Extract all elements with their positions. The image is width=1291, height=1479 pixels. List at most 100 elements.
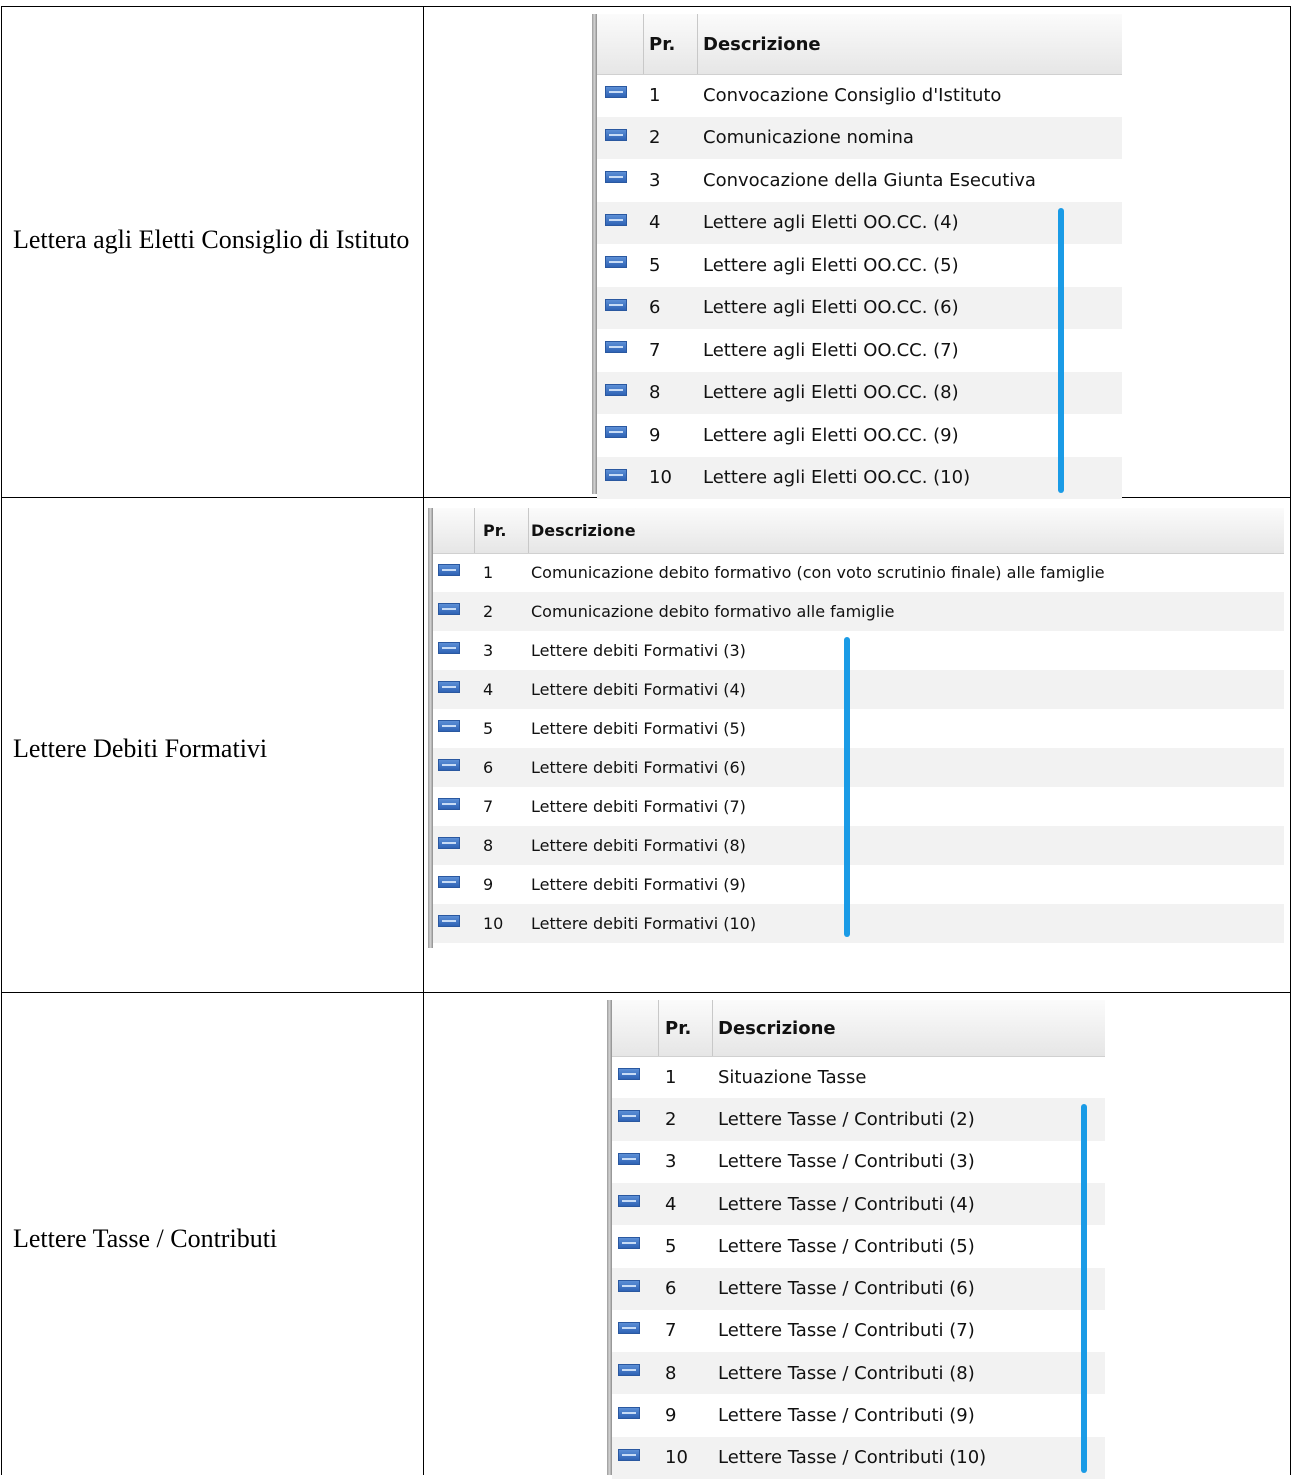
table-row[interactable]: 7 Lettere debiti Formativi (7) xyxy=(433,787,1284,826)
table-row[interactable]: 8 Lettere Tasse / Contributi (8) xyxy=(612,1352,1105,1395)
row-description[interactable]: Lettere Tasse / Contributi (10) xyxy=(718,1447,986,1468)
table-row[interactable]: 4 Lettere debiti Formativi (4) xyxy=(433,670,1284,709)
row-description[interactable]: Lettere debiti Formativi (8) xyxy=(531,836,746,855)
highlight-bracket xyxy=(1081,1104,1087,1473)
html-file-icon[interactable] xyxy=(618,1448,640,1461)
row-description[interactable]: Lettere debiti Formativi (9) xyxy=(531,875,746,894)
table-row[interactable]: 2 Comunicazione debito formativo alle fam… xyxy=(433,592,1284,631)
table-row[interactable]: 5 Lettere Tasse / Contributi (5) xyxy=(612,1225,1105,1267)
html-file-icon[interactable] xyxy=(618,1152,640,1165)
row-description[interactable]: Lettere Tasse / Contributi (3) xyxy=(718,1151,975,1172)
html-file-icon[interactable] xyxy=(605,128,627,141)
html-file-icon[interactable] xyxy=(438,758,460,771)
html-file-icon[interactable] xyxy=(605,341,627,354)
table-row[interactable]: 2 Lettere Tasse / Contributi (2) xyxy=(612,1098,1105,1141)
row-description[interactable]: Lettere agli Eletti OO.CC. (7) xyxy=(703,340,959,361)
table-row[interactable]: 6 Lettere debiti Formativi (6) xyxy=(433,748,1284,787)
html-file-icon[interactable] xyxy=(438,797,460,810)
table-row[interactable]: 4 Lettere Tasse / Contributi (4) xyxy=(612,1182,1105,1226)
html-file-icon[interactable] xyxy=(438,719,460,732)
row-description[interactable]: Situazione Tasse xyxy=(718,1067,866,1088)
row-description[interactable]: Lettere agli Eletti OO.CC. (5) xyxy=(703,255,959,276)
row-description[interactable]: Lettere Tasse / Contributi (7) xyxy=(718,1320,975,1341)
row-description[interactable]: Lettere Tasse / Contributi (6) xyxy=(718,1278,975,1299)
table-row[interactable]: 8 Lettere debiti Formativi (8) xyxy=(433,826,1284,865)
row-description[interactable]: Lettere debiti Formativi (10) xyxy=(531,914,756,933)
row-description[interactable]: Lettere agli Eletti OO.CC. (6) xyxy=(703,297,959,318)
table-row[interactable]: 3 Lettere Tasse / Contributi (3) xyxy=(612,1141,1105,1183)
row-description[interactable]: Lettere Tasse / Contributi (5) xyxy=(718,1236,975,1257)
row-description[interactable]: Lettere agli Eletti OO.CC. (10) xyxy=(703,467,970,488)
column-header-pr[interactable]: Pr. xyxy=(483,508,506,553)
table-row[interactable]: 1 Situazione Tasse xyxy=(612,1056,1105,1098)
row-description[interactable]: Comunicazione debito formativo (con voto… xyxy=(531,563,1105,582)
html-file-icon[interactable] xyxy=(605,298,627,311)
row-description[interactable]: Lettere Tasse / Contributi (2) xyxy=(718,1109,975,1130)
row-number: 9 xyxy=(649,424,661,446)
row-description[interactable]: Lettere debiti Formativi (5) xyxy=(531,719,746,738)
row-description[interactable]: Lettere debiti Formativi (6) xyxy=(531,758,746,777)
row-description[interactable]: Lettere debiti Formativi (7) xyxy=(531,797,746,816)
html-file-icon[interactable] xyxy=(618,1110,640,1123)
table-row[interactable]: 6 Lettere agli Eletti OO.CC. (6) xyxy=(597,286,1122,329)
column-header-descrizione[interactable]: Descrizione xyxy=(718,1000,836,1056)
html-file-icon[interactable] xyxy=(618,1364,640,1377)
row-description[interactable]: Lettere debiti Formativi (3) xyxy=(531,641,746,660)
html-file-icon[interactable] xyxy=(438,563,460,576)
table-row[interactable]: 10 Lettere agli Eletti OO.CC. (10) xyxy=(597,456,1122,499)
column-header-descrizione[interactable]: Descrizione xyxy=(531,508,636,553)
html-file-icon[interactable] xyxy=(618,1195,640,1208)
table-row[interactable]: 7 Lettere agli Eletti OO.CC. (7) xyxy=(597,329,1122,372)
table-row[interactable]: 1 Comunicazione debito formativo (con vot… xyxy=(433,553,1284,592)
table-row[interactable]: 7 Lettere Tasse / Contributi (7) xyxy=(612,1310,1105,1352)
html-file-icon[interactable] xyxy=(618,1406,640,1419)
table-row[interactable]: 9 Lettere Tasse / Contributi (9) xyxy=(612,1394,1105,1436)
html-file-icon[interactable] xyxy=(618,1321,640,1334)
table-row[interactable]: 2 Comunicazione nomina xyxy=(597,116,1122,159)
html-file-icon[interactable] xyxy=(605,426,627,439)
html-file-icon[interactable] xyxy=(438,875,460,888)
row-description[interactable]: Lettere Tasse / Contributi (8) xyxy=(718,1363,975,1384)
html-file-icon[interactable] xyxy=(605,256,627,269)
table-row[interactable]: 3 Convocazione della Giunta Esecutiva xyxy=(597,159,1122,202)
html-file-icon[interactable] xyxy=(618,1279,640,1292)
html-file-icon[interactable] xyxy=(438,914,460,927)
table-row[interactable]: 5 Lettere agli Eletti OO.CC. (5) xyxy=(597,244,1122,287)
table-row[interactable]: 8 Lettere agli Eletti OO.CC. (8) xyxy=(597,371,1122,414)
table-row[interactable]: 1 Convocazione Consiglio d'Istituto xyxy=(597,74,1122,117)
table-row[interactable]: 10 Lettere debiti Formativi (10) xyxy=(433,904,1284,943)
row-number: 7 xyxy=(483,797,494,816)
row-description[interactable]: Lettere debiti Formativi (4) xyxy=(531,680,746,699)
column-header-descrizione[interactable]: Descrizione xyxy=(703,14,821,74)
html-file-icon[interactable] xyxy=(438,680,460,693)
table-row[interactable]: 5 Lettere debiti Formativi (5) xyxy=(433,709,1284,748)
html-file-icon[interactable] xyxy=(605,86,627,99)
row-description[interactable]: Lettere agli Eletti OO.CC. (9) xyxy=(703,425,959,446)
row-description[interactable]: Lettere Tasse / Contributi (9) xyxy=(718,1405,975,1426)
row-description[interactable]: Lettere agli Eletti OO.CC. (8) xyxy=(703,382,959,403)
html-file-icon[interactable] xyxy=(438,641,460,654)
row-description[interactable]: Convocazione della Giunta Esecutiva xyxy=(703,170,1036,191)
row-description[interactable]: Convocazione Consiglio d'Istituto xyxy=(703,85,1001,106)
row-description[interactable]: Comunicazione debito formativo alle fami… xyxy=(531,602,894,621)
column-header-pr[interactable]: Pr. xyxy=(665,1000,691,1056)
html-file-icon[interactable] xyxy=(605,171,627,184)
html-file-icon[interactable] xyxy=(605,213,627,226)
table-row[interactable]: 6 Lettere Tasse / Contributi (6) xyxy=(612,1267,1105,1310)
column-header-pr[interactable]: Pr. xyxy=(649,14,675,74)
html-file-icon[interactable] xyxy=(605,383,627,396)
row-description[interactable]: Lettere agli Eletti OO.CC. (4) xyxy=(703,212,959,233)
table-row[interactable]: 9 Lettere debiti Formativi (9) xyxy=(433,865,1284,904)
html-file-icon[interactable] xyxy=(618,1068,640,1081)
table-row[interactable]: 3 Lettere debiti Formativi (3) xyxy=(433,631,1284,670)
html-file-icon[interactable] xyxy=(438,602,460,615)
table-row[interactable]: 9 Lettere agli Eletti OO.CC. (9) xyxy=(597,414,1122,457)
html-file-icon[interactable] xyxy=(438,836,460,849)
html-file-icon[interactable] xyxy=(605,468,627,481)
table-row[interactable]: 4 Lettere agli Eletti OO.CC. (4) xyxy=(597,201,1122,244)
column-divider xyxy=(423,6,424,1475)
row-description[interactable]: Lettere Tasse / Contributi (4) xyxy=(718,1194,975,1215)
html-file-icon[interactable] xyxy=(618,1237,640,1250)
row-description[interactable]: Comunicazione nomina xyxy=(703,127,914,148)
table-row[interactable]: 10 Lettere Tasse / Contributi (10) xyxy=(612,1436,1105,1479)
